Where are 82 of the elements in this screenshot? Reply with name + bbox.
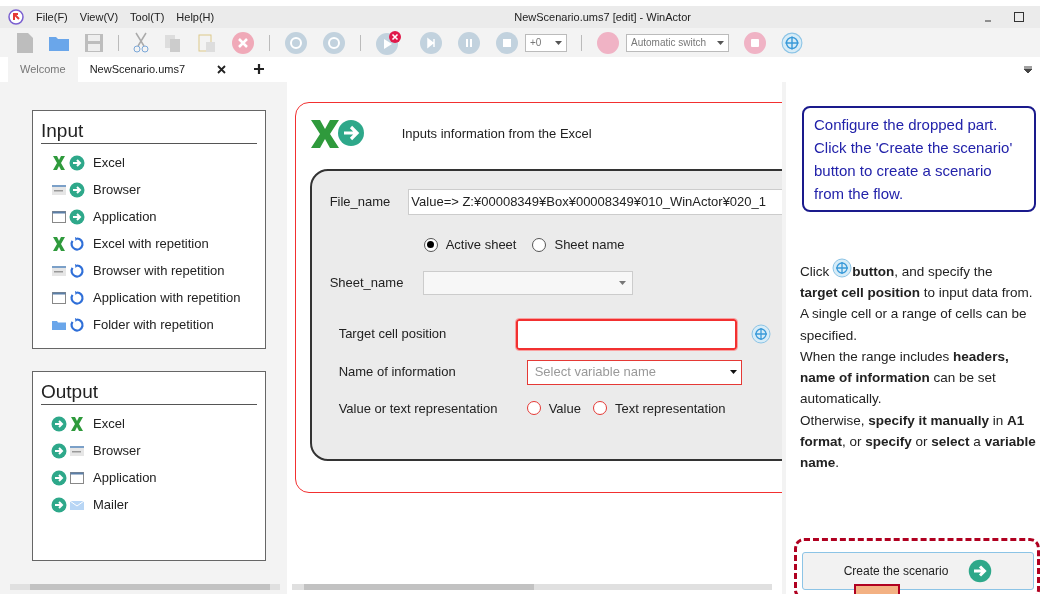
menu-item[interactable]: File(F) <box>36 8 68 26</box>
add-tab-icon[interactable] <box>254 64 265 74</box>
caret-icon <box>618 280 626 285</box>
crosshair-icon <box>832 258 853 278</box>
field-label: Target cell position <box>338 325 448 344</box>
create-scenario-button[interactable]: Create the scenario <box>802 552 1034 590</box>
palette-item[interactable]: Excel with repetition <box>51 233 257 254</box>
crosshair-icon <box>781 31 803 54</box>
crosshair-icon <box>750 324 771 344</box>
window-icon <box>51 289 67 306</box>
help-text: When the range includes headers, name of information can be set automatically. <box>800 347 1010 409</box>
delete-icon[interactable] <box>231 30 255 55</box>
marker-square <box>854 584 900 594</box>
mode-dropdown[interactable]: Automatic switch <box>626 33 729 52</box>
menu-item[interactable]: Help(H) <box>176 8 215 26</box>
caret-icon <box>729 370 737 374</box>
field-label: Sheet_name <box>329 273 405 292</box>
window-icon <box>69 469 85 486</box>
field-label: Value or text representation <box>338 399 499 418</box>
palette-item[interactable]: Application with repetition <box>51 287 257 308</box>
target-cell-field[interactable] <box>515 318 737 350</box>
radio-label: Sheet name <box>554 236 625 254</box>
scrollbar[interactable] <box>10 584 280 590</box>
step-icon[interactable] <box>419 30 443 55</box>
arrow-circle-icon <box>968 559 993 583</box>
new-file-icon[interactable] <box>16 31 34 54</box>
speed-dropdown[interactable]: +0 <box>525 33 567 52</box>
radio-button[interactable] <box>423 237 438 252</box>
paste-icon[interactable] <box>197 32 217 53</box>
field-label: File_name <box>329 193 391 212</box>
radio-button[interactable] <box>532 237 547 252</box>
scrollbar[interactable] <box>291 584 772 590</box>
undo-icon[interactable] <box>284 30 308 55</box>
radio-label: Active sheet <box>445 236 517 254</box>
file-name-field[interactable]: Value=> Z:¥00008349¥Box¥00008349¥010_WinActor¥020_1 <box>408 189 782 215</box>
caret-icon <box>555 40 562 45</box>
panel-title: Output <box>41 380 257 405</box>
cut-icon[interactable] <box>133 31 149 54</box>
window-title: NewScenario.ums7 [edit] - WinActor <box>514 9 691 25</box>
radio-button[interactable] <box>526 401 541 416</box>
record-icon[interactable] <box>596 30 620 55</box>
pause-icon[interactable] <box>457 30 481 55</box>
part-heading: Inputs information from the Excel <box>401 125 592 144</box>
palette-item[interactable]: Mailer <box>51 494 257 515</box>
help-text: Otherwise, specify it manually in A1 format, or specify or select a variable name. <box>800 411 1036 473</box>
window-icon <box>51 208 67 225</box>
radio-label: Text representation <box>614 399 726 418</box>
help-text: A single cell or a range of cells can be specified. <box>800 305 1028 345</box>
palette-item[interactable]: Excel <box>51 413 257 434</box>
field-label: Name of information <box>338 363 457 382</box>
palette-item[interactable]: Folder with repetition <box>51 314 257 335</box>
maximize-icon[interactable] <box>1014 12 1024 22</box>
stop-record-icon[interactable] <box>743 30 767 55</box>
radio-label: Value <box>548 399 581 418</box>
copy-icon[interactable] <box>163 32 183 53</box>
x-icon <box>51 154 67 171</box>
hint-callout: Configure the dropped part. Click the 'Create the scenario' button to create a scenario from the flow. <box>802 106 1036 212</box>
stop-icon[interactable] <box>495 30 519 55</box>
close-icon[interactable] <box>217 65 227 74</box>
excel-input-icon <box>309 119 366 149</box>
palette-item[interactable]: Browser <box>51 440 257 461</box>
tab[interactable]: Welcome <box>8 57 78 82</box>
panel-title: Input <box>41 119 257 144</box>
palette-item[interactable]: Browser <box>51 179 257 200</box>
redo-icon[interactable] <box>322 30 346 55</box>
x-icon <box>51 235 67 252</box>
palette-item[interactable]: Application <box>51 467 257 488</box>
help-text: button, and specify the <box>852 262 993 281</box>
palette-item[interactable]: Excel <box>51 152 257 173</box>
palette-item[interactable]: Application <box>51 206 257 227</box>
menu-item[interactable]: Tool(T) <box>130 8 165 26</box>
radio-button[interactable] <box>592 401 607 416</box>
help-text: target cell position to input data from. <box>800 284 1034 302</box>
x-icon <box>69 415 85 432</box>
app-logo-icon <box>8 9 24 25</box>
overflow-icon[interactable] <box>1024 66 1032 74</box>
menu-item[interactable]: View(V) <box>79 8 119 26</box>
save-icon[interactable] <box>84 32 104 53</box>
help-text: Click <box>800 262 830 281</box>
caret-icon <box>717 40 724 45</box>
sheet-name-dropdown[interactable] <box>422 270 633 295</box>
palette-item[interactable]: Browser with repetition <box>51 260 257 281</box>
